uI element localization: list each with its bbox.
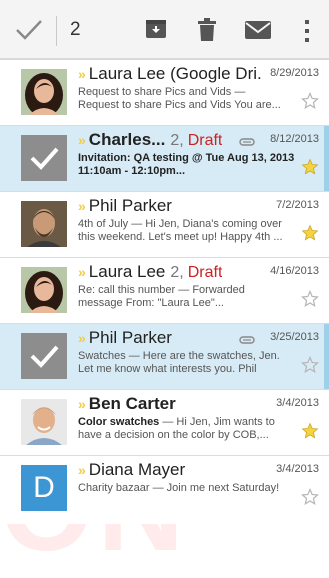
sender-name: Charles... bbox=[88, 130, 166, 149]
action-bar-divider bbox=[56, 16, 57, 46]
overflow-menu-icon[interactable] bbox=[304, 20, 310, 47]
sender-name: Phil Parker bbox=[88, 328, 172, 347]
snippet-line: this weekend. Let's meet up! Happy 4th .… bbox=[78, 231, 283, 243]
star-filled-icon[interactable] bbox=[301, 158, 319, 176]
contact-letter-avatar[interactable]: D bbox=[21, 465, 67, 511]
mark-unread-icon[interactable] bbox=[245, 21, 271, 44]
sender-name: Diana Mayer bbox=[88, 460, 186, 479]
sender-line: » Phil Parker bbox=[78, 196, 172, 218]
message-date: 8/29/2013 bbox=[270, 67, 319, 79]
archive-icon[interactable] bbox=[145, 18, 167, 45]
importance-marker-icon[interactable]: » bbox=[78, 462, 86, 478]
selection-stripe bbox=[324, 324, 329, 389]
selection-stripe bbox=[324, 126, 329, 191]
sender-line: » Charles... 2, Draft bbox=[78, 130, 222, 152]
star-outline-icon[interactable] bbox=[301, 92, 319, 110]
conversation-row-selected[interactable]: » Phil Parker 3/25/2013 Swatches — Here … bbox=[0, 324, 329, 390]
contextual-action-bar: 2 bbox=[0, 0, 329, 60]
message-date: 3/4/2013 bbox=[276, 463, 319, 475]
star-filled-icon[interactable] bbox=[301, 224, 319, 242]
subject-snippet: Swatches — Here are the swatches, Jen. bbox=[78, 350, 280, 362]
subject-snippet: Re: call this number — Forwarded bbox=[78, 284, 245, 296]
importance-marker-icon[interactable]: » bbox=[78, 66, 86, 82]
importance-marker-icon[interactable]: » bbox=[78, 264, 86, 280]
snippet-line: have a decision on the color by COB,... bbox=[78, 429, 269, 441]
message-date: 4/16/2013 bbox=[270, 265, 319, 277]
sender-line: » Diana Mayer bbox=[78, 460, 185, 482]
importance-marker-icon[interactable]: » bbox=[78, 330, 86, 346]
snippet-line: Request to share Pics and Vids You are..… bbox=[78, 99, 281, 111]
contact-avatar[interactable] bbox=[21, 267, 67, 313]
subject-snippet: Charity bazaar — Join me next Saturday! bbox=[78, 482, 280, 494]
message-date: 3/25/2013 bbox=[270, 331, 319, 343]
conversation-row[interactable]: » Laura Lee 2, Draft 4/16/2013 Re: call … bbox=[0, 258, 329, 324]
sender-line: » Phil Parker bbox=[78, 328, 172, 350]
attachment-icon bbox=[239, 332, 255, 350]
subject-snippet: Color swatches — Hi Jen, Jim wants to bbox=[78, 416, 275, 428]
done-check-icon[interactable] bbox=[14, 18, 44, 42]
snippet-line: Let me know what interests you. Phil bbox=[78, 363, 257, 375]
message-date: 8/12/2013 bbox=[270, 133, 319, 145]
conversation-list: » Laura Lee (Google Dri... 8/29/2013 Req… bbox=[0, 60, 329, 524]
selected-count: 2 bbox=[70, 19, 81, 40]
conversation-row[interactable]: » Laura Lee (Google Dri... 8/29/2013 Req… bbox=[0, 60, 329, 126]
conversation-row[interactable]: » Ben Carter 3/4/2013 Color swatches — H… bbox=[0, 390, 329, 456]
message-date: 7/2/2013 bbox=[276, 199, 319, 211]
snippet-line: 11:10am - 12:10pm... bbox=[78, 165, 186, 177]
star-filled-icon[interactable] bbox=[301, 422, 319, 440]
sender-name: Laura Lee bbox=[88, 262, 166, 281]
selected-check-avatar[interactable] bbox=[21, 135, 67, 181]
contact-avatar[interactable] bbox=[21, 69, 67, 115]
subject-snippet: 4th of July — Hi Jen, Diana's coming ove… bbox=[78, 218, 282, 230]
star-outline-icon[interactable] bbox=[301, 290, 319, 308]
selected-check-avatar[interactable] bbox=[21, 333, 67, 379]
conversation-row[interactable]: » Phil Parker 7/2/2013 4th of July — Hi … bbox=[0, 192, 329, 258]
star-outline-icon[interactable] bbox=[301, 488, 319, 506]
sender-name: Phil Parker bbox=[88, 196, 172, 215]
message-date: 3/4/2013 bbox=[276, 397, 319, 409]
sender-line: » Ben Carter bbox=[78, 394, 176, 416]
importance-marker-icon[interactable]: » bbox=[78, 198, 86, 214]
subject-snippet: Invitation: QA testing @ Tue Aug 13, 201… bbox=[78, 152, 295, 164]
trash-icon[interactable] bbox=[198, 18, 216, 47]
sender-name: Ben Carter bbox=[88, 394, 176, 413]
sender-line: » Laura Lee 2, Draft bbox=[78, 262, 222, 284]
attachment-icon bbox=[239, 134, 255, 152]
conversation-row[interactable]: D » Diana Mayer 3/4/2013 Charity bazaar … bbox=[0, 456, 329, 524]
contact-avatar[interactable] bbox=[21, 399, 67, 445]
message-count: 2, bbox=[170, 132, 184, 149]
subject-snippet: Request to share Pics and Vids — bbox=[78, 86, 246, 98]
message-count: 2, bbox=[170, 264, 184, 281]
draft-label: Draft bbox=[187, 264, 223, 281]
sender-name: Laura Lee (Google Dri... bbox=[88, 64, 263, 83]
contact-avatar[interactable] bbox=[21, 201, 67, 247]
draft-label: Draft bbox=[187, 132, 223, 149]
sender-line: » Laura Lee (Google Dri... bbox=[78, 64, 263, 86]
snippet-line: message From: "Laura Lee"... bbox=[78, 297, 224, 309]
conversation-row-selected[interactable]: » Charles... 2, Draft 8/12/2013 Invitati… bbox=[0, 126, 329, 192]
star-outline-icon[interactable] bbox=[301, 356, 319, 374]
importance-marker-icon[interactable]: » bbox=[78, 132, 86, 148]
importance-marker-icon[interactable]: » bbox=[78, 396, 86, 412]
